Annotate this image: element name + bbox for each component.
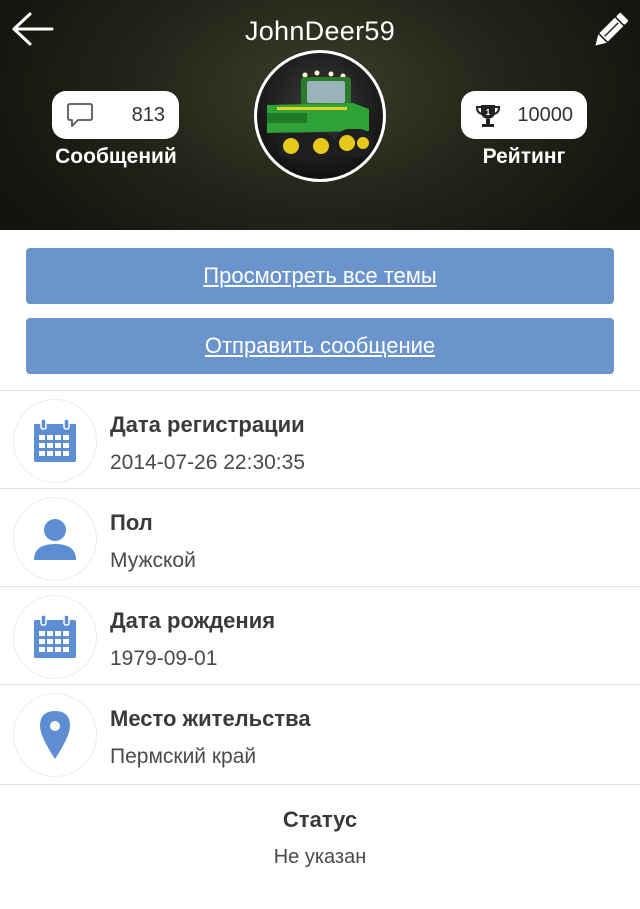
calendar-icon	[34, 614, 76, 658]
trophy-icon: 1	[475, 105, 501, 127]
rating-value: 10000	[517, 104, 573, 126]
row-title: Место жительства	[110, 706, 311, 731]
row-value: Мужской	[110, 549, 196, 572]
row-title: Дата рождения	[110, 608, 276, 633]
icon-circle	[13, 595, 97, 679]
status-title: Статус	[282, 807, 358, 832]
list-item-gender: Пол Мужской	[0, 488, 640, 586]
icon-circle	[13, 693, 97, 777]
profile-username: JohnDeer59	[244, 16, 396, 46]
view-all-topics-button[interactable]: Просмотреть все темы	[26, 248, 614, 304]
icon-circle	[13, 399, 97, 483]
list-item-registration-date: Дата регистрации 2014-07-26 22:30:35	[0, 390, 640, 488]
profile-header: JohnDeer59 813 Сообщений 1 10000 Рейтинг	[0, 0, 640, 230]
send-message-button[interactable]: Отправить сообщение	[26, 318, 614, 374]
row-value: 2014-07-26 22:30:35	[110, 451, 305, 474]
tractor-avatar	[257, 53, 383, 179]
edit-profile-button[interactable]	[590, 10, 632, 50]
icon-circle	[13, 497, 97, 581]
user-icon	[34, 519, 76, 560]
pencil-icon	[595, 12, 629, 46]
map-pin-icon	[40, 711, 70, 759]
messages-label: Сообщений	[55, 145, 177, 168]
speech-bubble-icon	[67, 103, 93, 127]
rating-label: Рейтинг	[482, 145, 566, 168]
row-title: Дата регистрации	[110, 412, 305, 437]
status-value: Не указан	[273, 846, 367, 868]
profile-info-list: Дата регистрации 2014-07-26 22:30:35 Пол…	[0, 390, 640, 782]
rating-badge[interactable]: 1 10000	[461, 91, 587, 139]
status-section: Статус Не указан	[0, 784, 640, 909]
avatar[interactable]	[254, 50, 386, 182]
row-title: Пол	[110, 510, 153, 535]
messages-count-badge[interactable]: 813	[52, 91, 179, 139]
svg-text:1: 1	[486, 108, 491, 117]
messages-count: 813	[131, 104, 165, 126]
row-value: Пермский край	[110, 745, 257, 768]
list-item-birth-date: Дата рождения 1979-09-01	[0, 586, 640, 684]
row-value: 1979-09-01	[110, 647, 218, 670]
list-item-location: Место жительства Пермский край	[0, 684, 640, 782]
calendar-icon	[34, 418, 76, 462]
